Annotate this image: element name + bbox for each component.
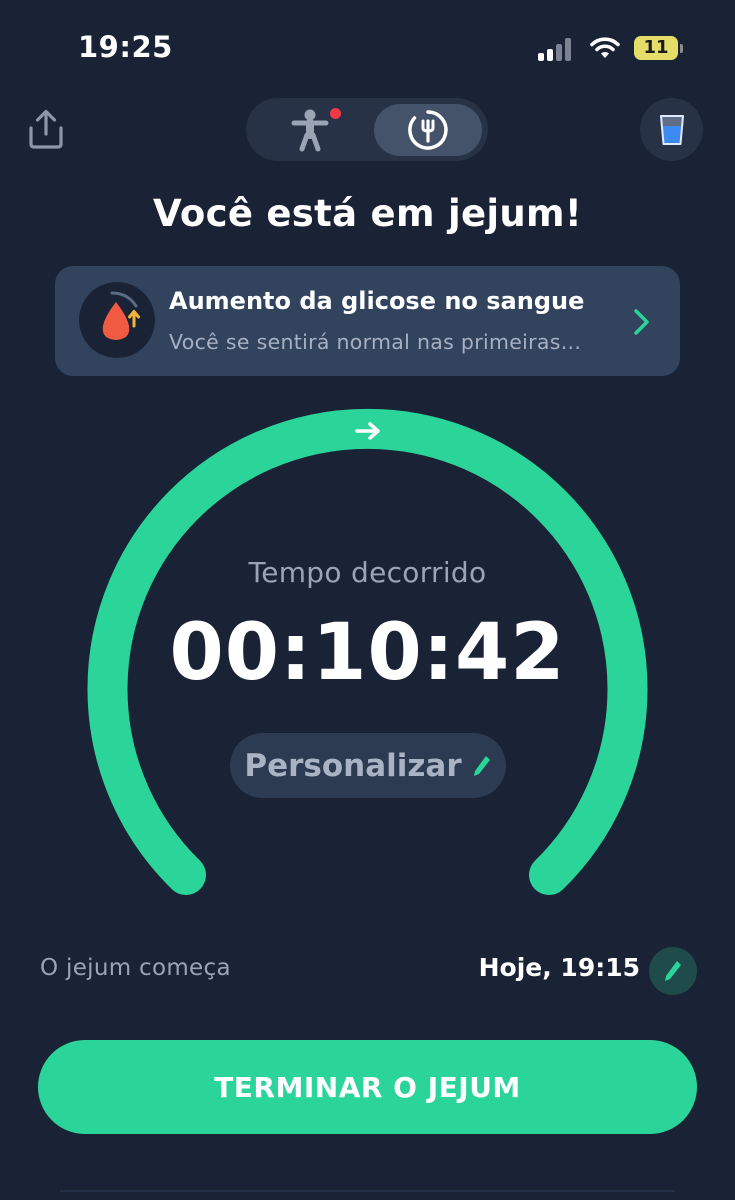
end-fast-label: TERMINAR O JEJUM [214,1070,521,1104]
stage-subtitle: Você se sentirá normal nas primeiras... [169,330,582,354]
customize-label: Personalizar [244,747,462,784]
end-fast-button[interactable]: TERMINAR O JEJUM [38,1040,697,1134]
elapsed-time: 00:10:42 [169,608,566,698]
pencil-icon [665,961,681,981]
notification-dot [330,108,341,119]
stage-title: Aumento da glicose no sangue [169,287,585,315]
body-figure-icon [291,109,329,152]
tab-fasting[interactable] [374,104,482,156]
pencil-icon [473,755,490,776]
status-time: 19:25 [78,30,173,64]
elapsed-label: Tempo decorrido [248,556,487,589]
wifi-icon [590,37,620,58]
tab-body[interactable] [262,104,358,156]
battery-icon: 11 [634,36,683,62]
fasting-clock-fork-icon [408,110,448,150]
divider [60,1190,675,1192]
page-title: Você está em jejum! [152,192,583,235]
stage-icon [79,282,155,358]
edit-start-button[interactable] [649,947,697,995]
customize-button[interactable]: Personalizar [230,733,506,798]
water-tracker-button[interactable] [640,98,703,161]
water-glass-icon [659,114,684,145]
chevron-right-icon [634,309,649,335]
fast-start-value[interactable]: Hoje, 19:15 [0,953,640,982]
share-icon[interactable] [26,108,66,150]
blood-drop-icon [102,291,140,340]
battery-level: 11 [643,37,669,58]
cellular-signal-icon [538,37,574,61]
